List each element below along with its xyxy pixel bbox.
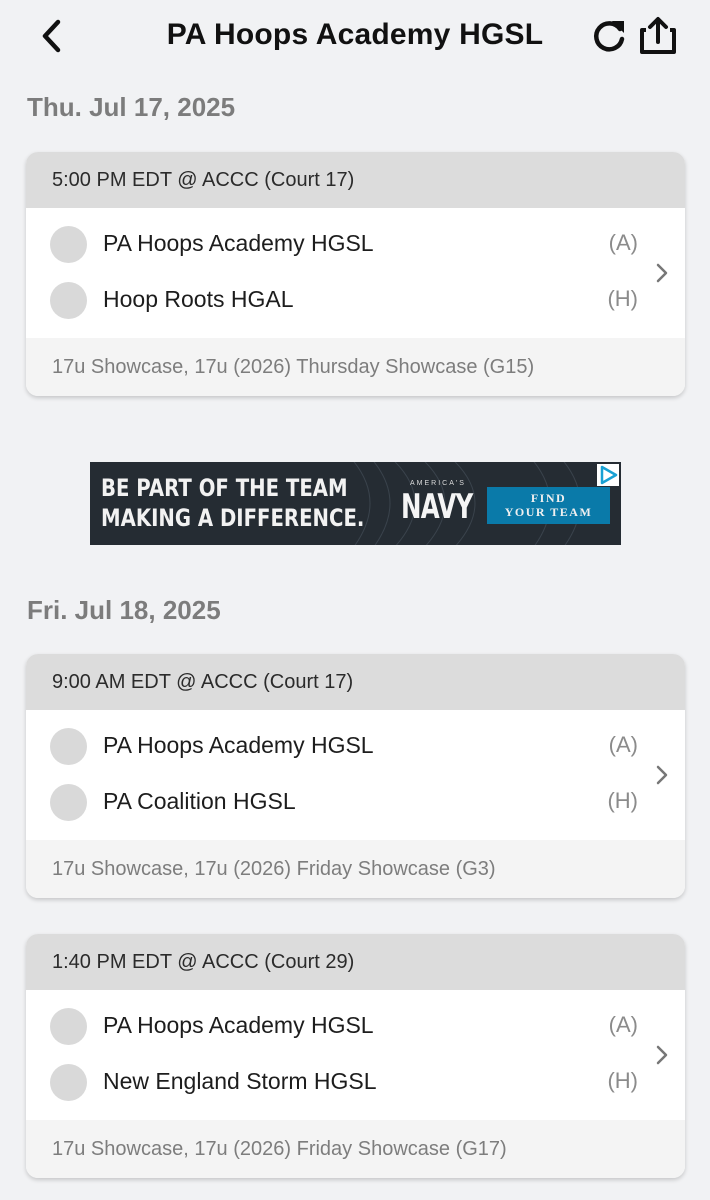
ad-banner[interactable]: BE PART OF THE TEAM MAKING A DIFFERENCE.…	[90, 462, 621, 545]
game-teams: PA Hoops Academy HGSL (A) PA Coalition H…	[26, 710, 685, 840]
team-name: Hoop Roots HGAL	[103, 286, 294, 312]
game-time-location: 9:00 AM EDT @ ACCC (Court 17)	[26, 654, 685, 710]
date-heading: Thu. Jul 17, 2025	[27, 92, 236, 122]
adchoices-icon[interactable]	[597, 464, 619, 486]
team-name: PA Hoops Academy HGSL	[103, 1012, 374, 1038]
team-row: PA Hoops Academy HGSL (A)	[26, 718, 685, 774]
team-name: PA Hoops Academy HGSL	[103, 732, 374, 758]
share-icon[interactable]	[638, 14, 678, 56]
team-name: PA Coalition HGSL	[103, 788, 296, 814]
chevron-right-icon	[656, 765, 668, 785]
team-logo	[50, 282, 87, 319]
team-side: (A)	[608, 230, 638, 255]
game-time-location: 1:40 PM EDT @ ACCC (Court 29)	[26, 934, 685, 990]
team-side: (H)	[607, 1068, 638, 1093]
app-header: PA Hoops Academy HGSL	[0, 0, 710, 72]
ad-cta-button[interactable]: FIND YOUR TEAM	[487, 487, 610, 524]
team-row: New England Storm HGSL (H)	[26, 1054, 685, 1110]
ad-brand-top: AMERICA'S	[410, 480, 466, 487]
team-row: PA Hoops Academy HGSL (A)	[26, 998, 685, 1054]
team-name: New England Storm HGSL	[103, 1068, 377, 1094]
game-division: 17u Showcase, 17u (2026) Thursday Showca…	[26, 338, 685, 396]
team-logo	[50, 1064, 87, 1101]
team-side: (A)	[608, 1012, 638, 1037]
team-side: (H)	[607, 788, 638, 813]
game-time-location: 5:00 PM EDT @ ACCC (Court 17)	[26, 152, 685, 208]
team-side: (H)	[607, 286, 638, 311]
game-teams: PA Hoops Academy HGSL (A) New England St…	[26, 990, 685, 1120]
game-card[interactable]: 5:00 PM EDT @ ACCC (Court 17) PA Hoops A…	[26, 152, 685, 396]
ad-cta-line2: YOUR TEAM	[504, 505, 593, 519]
team-logo	[50, 784, 87, 821]
team-logo	[50, 226, 87, 263]
team-row: PA Hoops Academy HGSL (A)	[26, 216, 685, 272]
refresh-icon[interactable]	[590, 17, 628, 55]
game-card[interactable]: 1:40 PM EDT @ ACCC (Court 29) PA Hoops A…	[26, 934, 685, 1178]
game-card[interactable]: 9:00 AM EDT @ ACCC (Court 17) PA Hoops A…	[26, 654, 685, 898]
chevron-right-icon	[656, 263, 668, 283]
game-division: 17u Showcase, 17u (2026) Friday Showcase…	[26, 1120, 685, 1178]
game-teams: PA Hoops Academy HGSL (A) Hoop Roots HGA…	[26, 208, 685, 338]
team-side: (A)	[608, 732, 638, 757]
team-row: Hoop Roots HGAL (H)	[26, 272, 685, 328]
ad-headline-1: BE PART OF THE TEAM	[101, 474, 348, 502]
chevron-right-icon	[656, 1045, 668, 1065]
team-logo	[50, 728, 87, 765]
ad-brand-logo: NAVY	[401, 487, 473, 527]
team-logo	[50, 1008, 87, 1045]
ad-cta-line1: FIND	[530, 491, 567, 505]
ad-headline-2: MAKING A DIFFERENCE.	[101, 504, 365, 532]
team-row: PA Coalition HGSL (H)	[26, 774, 685, 830]
team-name: PA Hoops Academy HGSL	[103, 230, 374, 256]
date-heading: Fri. Jul 18, 2025	[27, 595, 221, 625]
game-division: 17u Showcase, 17u (2026) Friday Showcase…	[26, 840, 685, 898]
